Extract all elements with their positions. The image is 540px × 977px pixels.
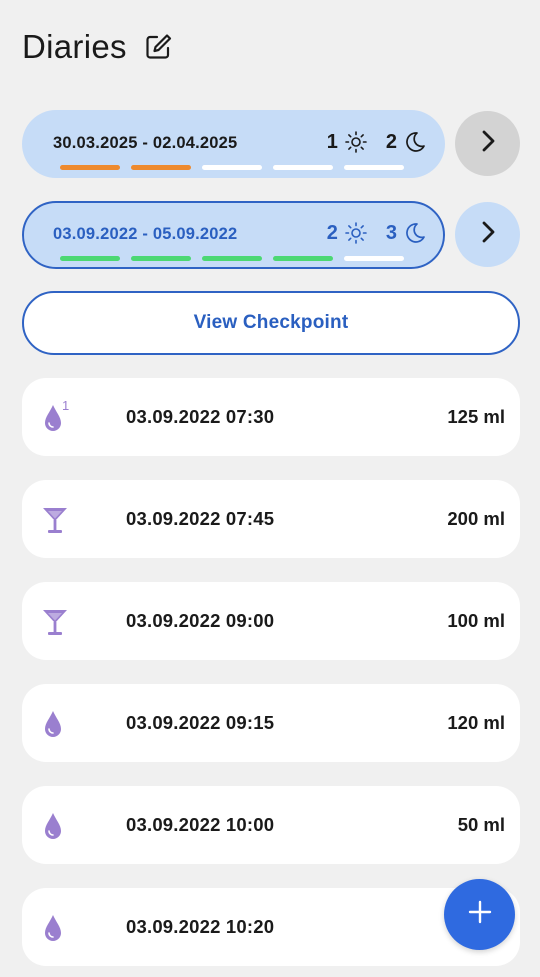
open-diary-button[interactable] bbox=[455, 202, 520, 267]
add-entry-button[interactable] bbox=[444, 879, 515, 950]
progress-segment bbox=[344, 165, 404, 170]
diary-progress bbox=[60, 256, 404, 261]
entry-datetime: 03.09.2022 09:15 bbox=[126, 712, 275, 733]
sun-icon bbox=[344, 130, 368, 154]
diary-progress bbox=[60, 165, 404, 170]
progress-segment bbox=[202, 256, 262, 261]
diary-counts: 2 3 bbox=[327, 221, 427, 245]
diary-date-range: 03.09.2022 - 05.09.2022 bbox=[53, 225, 238, 243]
entry-amount: 120 ml bbox=[447, 712, 505, 733]
progress-segment bbox=[60, 256, 120, 261]
night-count: 2 bbox=[385, 130, 397, 153]
water-drop-icon bbox=[40, 910, 70, 944]
day-count: 1 bbox=[326, 130, 338, 153]
diary-date-range: 30.03.2025 - 02.04.2025 bbox=[53, 134, 238, 152]
progress-segment bbox=[344, 256, 404, 261]
list-item[interactable]: 03.09.2022 09:00 100 ml bbox=[22, 582, 520, 660]
diary-counts: 1 2 bbox=[327, 130, 427, 154]
progress-segment bbox=[273, 256, 333, 261]
entry-amount: 200 ml bbox=[447, 508, 505, 529]
entry-datetime: 03.09.2022 07:45 bbox=[126, 508, 275, 529]
list-item[interactable]: 03.09.2022 09:15 120 ml bbox=[22, 684, 520, 762]
entry-amount: 125 ml bbox=[447, 406, 505, 427]
header: Diaries bbox=[22, 28, 173, 66]
progress-segment bbox=[202, 165, 262, 170]
entry-datetime: 03.09.2022 10:00 bbox=[126, 814, 275, 835]
entry-datetime: 03.09.2022 07:30 bbox=[126, 406, 275, 427]
sun-icon bbox=[344, 221, 368, 245]
plus-icon bbox=[467, 899, 493, 930]
water-drop-icon bbox=[40, 808, 70, 842]
chevron-right-icon bbox=[475, 219, 501, 250]
moon-icon bbox=[403, 130, 427, 154]
entry-superscript: 1 bbox=[62, 398, 70, 413]
list-item[interactable]: 03.09.2022 07:45 200 ml bbox=[22, 480, 520, 558]
progress-segment bbox=[273, 165, 333, 170]
progress-segment bbox=[131, 165, 191, 170]
page-title: Diaries bbox=[22, 28, 127, 65]
water-drop-icon bbox=[40, 706, 70, 740]
list-item[interactable]: 1 03.09.2022 07:30 125 ml bbox=[22, 378, 520, 456]
progress-segment bbox=[60, 165, 120, 170]
view-checkpoint-button[interactable]: View Checkpoint bbox=[22, 291, 520, 355]
entry-amount: 50 ml bbox=[457, 814, 505, 835]
progress-segment bbox=[131, 256, 191, 261]
entry-datetime: 03.09.2022 09:00 bbox=[126, 610, 275, 631]
chevron-right-icon bbox=[475, 128, 501, 159]
list-item[interactable]: 03.09.2022 10:00 50 ml bbox=[22, 786, 520, 864]
entry-amount: 100 ml bbox=[447, 610, 505, 631]
edit-icon[interactable] bbox=[143, 32, 173, 62]
open-diary-button[interactable] bbox=[455, 111, 520, 176]
day-count: 2 bbox=[326, 221, 338, 244]
cocktail-glass-icon bbox=[40, 604, 70, 638]
moon-icon bbox=[403, 221, 427, 245]
entry-datetime: 03.09.2022 10:20 bbox=[126, 916, 275, 937]
diary-card[interactable]: 30.03.2025 - 02.04.2025 1 2 bbox=[22, 110, 445, 178]
cocktail-glass-icon bbox=[40, 502, 70, 536]
night-count: 3 bbox=[385, 221, 397, 244]
diary-card-selected[interactable]: 03.09.2022 - 05.09.2022 2 3 bbox=[22, 201, 445, 269]
